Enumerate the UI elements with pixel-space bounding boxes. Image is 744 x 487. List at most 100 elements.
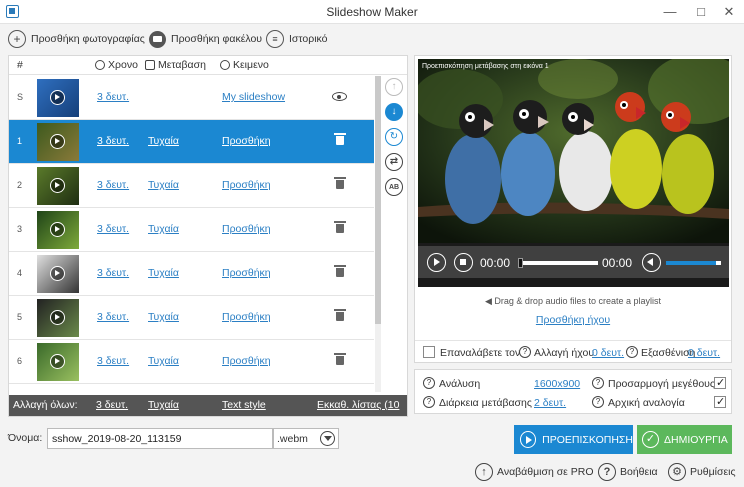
list-scrollbar[interactable] [375, 76, 381, 392]
table-row-selected[interactable]: 1 3 δευτ. Τυχαία Προσθήκη [9, 120, 374, 164]
eye-icon[interactable] [332, 92, 347, 101]
play-icon[interactable] [427, 253, 446, 272]
row-duration-link[interactable]: 3 δευτ. [97, 135, 129, 147]
format-select[interactable]: .webm [273, 428, 339, 449]
slide-thumbnail[interactable] [37, 255, 79, 293]
list-scrollbar-thumb[interactable] [375, 76, 381, 324]
slide-thumbnail[interactable] [37, 299, 79, 337]
help-icon[interactable]: ? [592, 396, 604, 408]
row-transition-link[interactable]: Τυχαία [148, 311, 179, 323]
shuffle-icon[interactable]: ⇄ [385, 153, 403, 171]
slide-thumbnail[interactable] [37, 343, 79, 381]
slide-thumbnail[interactable] [37, 123, 79, 161]
row-transition-link[interactable]: Τυχαία [148, 267, 179, 279]
row-text-link[interactable]: Προσθήκη [222, 179, 271, 191]
trash-icon[interactable] [334, 265, 346, 277]
clear-list-link[interactable]: Εκκαθ. λίστας (10 [317, 399, 399, 411]
ab-sort-icon[interactable]: AB [385, 178, 403, 196]
row-text-link[interactable]: Προσθήκη [222, 223, 271, 235]
row-text-link[interactable]: My slideshow [222, 91, 285, 103]
table-row[interactable]: 2 3 δευτ. Τυχαία Προσθήκη [9, 164, 374, 208]
change-audio-value[interactable]: 0 δευτ. [592, 347, 624, 359]
row-text-link[interactable]: Προσθήκη [222, 135, 271, 147]
play-icon[interactable] [50, 222, 65, 237]
aspect-checkbox[interactable] [714, 395, 726, 408]
preview-button[interactable]: ΠΡΟΕΠΙΣΚΟΠΗΣΗ [514, 425, 633, 454]
settings-link[interactable]: ⚙ Ρυθμίσεις [668, 462, 736, 482]
trash-icon[interactable] [334, 133, 346, 145]
trash-icon[interactable] [334, 177, 346, 189]
change-all-transition-link[interactable]: Τυχαία [148, 399, 179, 411]
move-up-icon[interactable]: ↑ [385, 78, 403, 96]
row-text-link[interactable]: Προσθήκη [222, 267, 271, 279]
row-duration-link[interactable]: 3 δευτ. [97, 91, 129, 103]
create-button[interactable]: ✓ ΔΗΜΙΟΥΡΓΙΑ [637, 425, 732, 454]
play-icon[interactable] [50, 178, 65, 193]
chevron-down-icon[interactable] [320, 431, 335, 446]
row-transition-link[interactable]: Τυχαία [148, 355, 179, 367]
help-icon[interactable]: ? [423, 377, 435, 389]
table-row[interactable]: 4 3 δευτ. Τυχαία Προσθήκη [9, 252, 374, 296]
resolution-link[interactable]: 1600x900 [534, 378, 580, 390]
row-transition-link[interactable]: Τυχαία [148, 179, 179, 191]
help-icon[interactable]: ? [519, 346, 531, 358]
play-icon[interactable] [50, 310, 65, 325]
help-link[interactable]: ? Βοήθεια [598, 462, 658, 482]
play-icon[interactable] [50, 266, 65, 281]
header-duration[interactable]: Χρονο [95, 59, 138, 71]
slide-thumbnail[interactable] [37, 167, 79, 205]
row-duration-link[interactable]: 3 δευτ. [97, 355, 129, 367]
row-text-link[interactable]: Προσθήκη [222, 355, 271, 367]
progress-track[interactable] [518, 261, 598, 265]
text-style-link[interactable]: Text style [222, 399, 266, 411]
filename-input[interactable] [47, 428, 273, 449]
play-icon[interactable] [50, 90, 65, 105]
transition-icon [145, 60, 155, 70]
row-duration-link[interactable]: 3 δευτ. [97, 223, 129, 235]
row-duration-link[interactable]: 3 δευτ. [97, 311, 129, 323]
help-icon[interactable]: ? [626, 346, 638, 358]
upgrade-label: Αναβάθμιση σε PRO [497, 466, 594, 478]
row-text-link[interactable]: Προσθήκη [222, 311, 271, 323]
close-icon[interactable]: ✕ [711, 0, 744, 24]
stop-icon[interactable] [454, 253, 473, 272]
audio-dropzone[interactable]: ◀ Drag & drop audio files to create a pl… [415, 288, 731, 338]
repeat-checkbox[interactable] [423, 346, 435, 358]
row-transition-link[interactable]: Τυχαία [148, 223, 179, 235]
volume-track[interactable] [666, 261, 721, 265]
table-row[interactable]: S 3 δευτ. My slideshow [9, 76, 374, 120]
fade-value[interactable]: 0 δευτ. [688, 347, 720, 359]
slide-thumbnail[interactable] [37, 211, 79, 249]
header-transition[interactable]: Μεταβαση [145, 59, 206, 71]
play-icon[interactable] [50, 134, 65, 149]
row-number: 2 [17, 180, 23, 190]
upgrade-pro-link[interactable]: ↑ Αναβάθμιση σε PRO [475, 462, 594, 482]
change-all-duration-link[interactable]: 3 δευτ. [96, 399, 128, 411]
progress-handle[interactable] [518, 258, 523, 268]
help-icon[interactable]: ? [423, 396, 435, 408]
rotate-icon[interactable]: ↻ [385, 128, 403, 146]
resize-checkbox[interactable] [714, 376, 726, 389]
upgrade-arrow-icon: ↑ [475, 463, 493, 481]
help-icon[interactable]: ? [592, 377, 604, 389]
move-down-icon[interactable]: ↓ [385, 103, 403, 121]
history-button[interactable]: ≡ Ιστορικό [266, 29, 328, 49]
trash-icon[interactable] [334, 221, 346, 233]
row-duration-link[interactable]: 3 δευτ. [97, 179, 129, 191]
add-audio-link[interactable]: Προσθήκη ήχου [415, 314, 731, 326]
volume-icon[interactable] [642, 253, 661, 272]
add-photos-button[interactable]: + Προσθήκη φωτογραφίας [8, 29, 145, 49]
trash-icon[interactable] [334, 353, 346, 365]
header-text[interactable]: Κειμενο [220, 59, 269, 71]
table-row[interactable]: 3 3 δευτ. Τυχαία Προσθήκη [9, 208, 374, 252]
clock-icon [95, 60, 105, 70]
row-duration-link[interactable]: 3 δευτ. [97, 267, 129, 279]
table-row[interactable]: 5 3 δευτ. Τυχαία Προσθήκη [9, 296, 374, 340]
trash-icon[interactable] [334, 309, 346, 321]
slide-thumbnail[interactable] [37, 79, 79, 117]
table-row[interactable]: 6 3 δευτ. Τυχαία Προσθήκη [9, 340, 374, 384]
add-folder-button[interactable]: Προσθήκη φακέλου [149, 29, 262, 49]
transition-duration-link[interactable]: 2 δευτ. [534, 397, 566, 409]
play-icon[interactable] [50, 354, 65, 369]
row-transition-link[interactable]: Τυχαία [148, 135, 179, 147]
